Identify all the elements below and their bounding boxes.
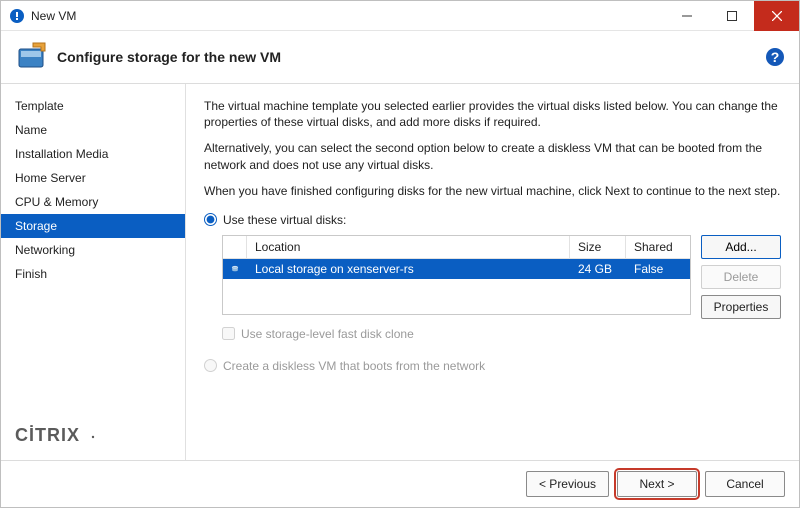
new-vm-wizard: New VM Configure storage for the new VM …	[0, 0, 800, 508]
radio-use-disks[interactable]: Use these virtual disks:	[204, 213, 781, 227]
step-template[interactable]: Template	[1, 94, 185, 118]
svg-text:?: ?	[771, 49, 780, 65]
citrix-logo: CİTRIX	[1, 411, 185, 460]
instruction-3: When you have finished configuring disks…	[204, 183, 781, 199]
virtual-disks-table: Location Size Shared Local storage on xe…	[222, 235, 691, 315]
step-home-server[interactable]: Home Server	[1, 166, 185, 190]
add-disk-button[interactable]: Add...	[701, 235, 781, 259]
col-location[interactable]: Location	[247, 236, 570, 258]
cell-location: Local storage on xenserver-rs	[247, 259, 570, 279]
cell-size: 24 GB	[570, 259, 626, 279]
step-storage[interactable]: Storage	[1, 214, 185, 238]
titlebar: New VM	[1, 1, 799, 31]
step-name[interactable]: Name	[1, 118, 185, 142]
table-header: Location Size Shared	[223, 235, 690, 259]
cancel-button[interactable]: Cancel	[705, 471, 785, 497]
fast-clone-checkbox: Use storage-level fast disk clone	[222, 327, 781, 341]
step-cpu-memory[interactable]: CPU & Memory	[1, 190, 185, 214]
storage-panel: The virtual machine template you selecte…	[186, 84, 799, 460]
instruction-1: The virtual machine template you selecte…	[204, 98, 781, 130]
delete-disk-button: Delete	[701, 265, 781, 289]
previous-button[interactable]: < Previous	[526, 471, 609, 497]
window-title: New VM	[31, 1, 76, 31]
next-button[interactable]: Next >	[617, 471, 697, 497]
radio-diskless: Create a diskless VM that boots from the…	[204, 359, 781, 373]
svg-text:CİTRIX: CİTRIX	[15, 425, 80, 445]
fast-clone-label: Use storage-level fast disk clone	[241, 327, 414, 341]
minimize-button[interactable]	[664, 1, 709, 31]
disk-icon	[223, 259, 247, 279]
app-icon	[9, 8, 25, 24]
col-size[interactable]: Size	[570, 236, 626, 258]
step-networking[interactable]: Networking	[1, 238, 185, 262]
wizard-steps: Template Name Installation Media Home Se…	[1, 84, 186, 460]
radio-diskless-label: Create a diskless VM that boots from the…	[223, 359, 485, 373]
instruction-2: Alternatively, you can select the second…	[204, 140, 781, 172]
step-installation-media[interactable]: Installation Media	[1, 142, 185, 166]
help-icon[interactable]: ?	[765, 47, 785, 67]
cell-shared: False	[626, 259, 690, 279]
wizard-header: Configure storage for the new VM ?	[1, 31, 799, 84]
col-shared[interactable]: Shared	[626, 236, 690, 258]
wizard-footer: < Previous Next > Cancel	[1, 460, 799, 507]
radio-use-disks-label: Use these virtual disks:	[223, 213, 346, 227]
disk-properties-button[interactable]: Properties	[701, 295, 781, 319]
page-title: Configure storage for the new VM	[57, 49, 765, 65]
table-row[interactable]: Local storage on xenserver-rs 24 GB Fals…	[223, 259, 690, 279]
maximize-button[interactable]	[709, 1, 754, 31]
fast-clone-input	[222, 327, 235, 340]
radio-use-disks-input[interactable]	[204, 213, 217, 226]
radio-diskless-input	[204, 359, 217, 372]
close-button[interactable]	[754, 1, 799, 31]
step-finish[interactable]: Finish	[1, 262, 185, 286]
storage-header-icon	[15, 41, 47, 73]
